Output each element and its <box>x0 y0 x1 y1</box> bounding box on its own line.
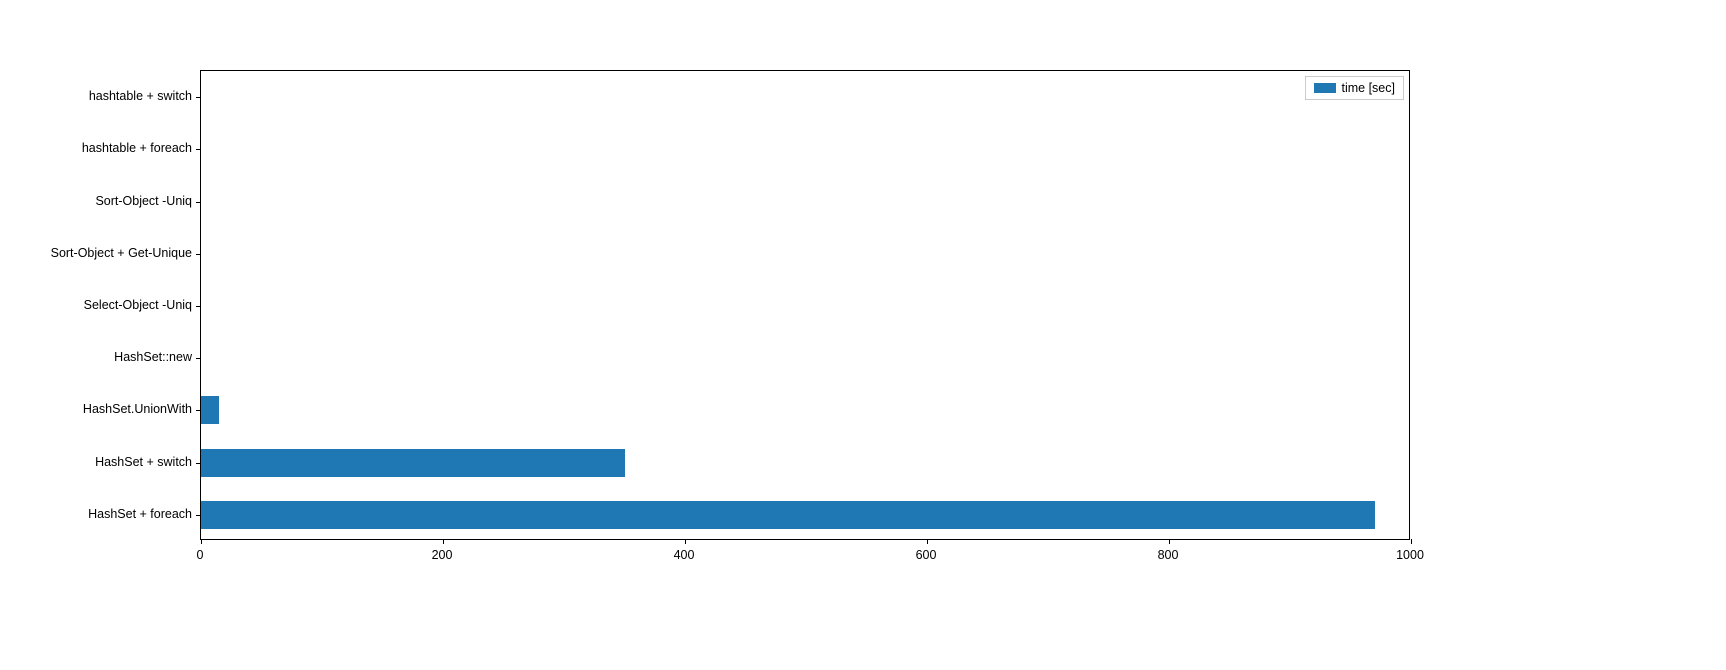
y-tick-label: HashSet + switch <box>95 455 192 469</box>
y-tick-mark <box>196 515 201 516</box>
y-tick-mark <box>196 410 201 411</box>
y-tick-label: Select-Object -Uniq <box>84 298 192 312</box>
x-tick-label: 0 <box>197 548 204 562</box>
chart-plot-area: time [sec] <box>200 70 1410 540</box>
y-tick-mark <box>196 358 201 359</box>
x-tick-mark <box>685 539 686 544</box>
y-tick-mark <box>196 463 201 464</box>
x-tick-label: 800 <box>1158 548 1179 562</box>
legend-swatch <box>1314 83 1336 93</box>
x-tick-mark <box>927 539 928 544</box>
legend-label: time [sec] <box>1342 81 1396 95</box>
y-tick-label: HashSet::new <box>114 350 192 364</box>
y-tick-mark <box>196 149 201 150</box>
y-tick-label: hashtable + switch <box>89 89 192 103</box>
x-tick-label: 400 <box>674 548 695 562</box>
x-tick-mark <box>1411 539 1412 544</box>
chart-legend: time [sec] <box>1305 76 1405 100</box>
x-tick-label: 200 <box>432 548 453 562</box>
x-tick-label: 600 <box>916 548 937 562</box>
y-tick-mark <box>196 202 201 203</box>
y-tick-mark <box>196 254 201 255</box>
y-tick-label: HashSet.UnionWith <box>83 402 192 416</box>
y-tick-label: hashtable + foreach <box>82 141 192 155</box>
x-tick-mark <box>201 539 202 544</box>
y-tick-mark <box>196 306 201 307</box>
x-tick-label: 1000 <box>1396 548 1424 562</box>
x-tick-mark <box>1169 539 1170 544</box>
bar <box>201 396 219 424</box>
y-tick-label: Sort-Object + Get-Unique <box>51 246 192 260</box>
y-tick-label: HashSet + foreach <box>88 507 192 521</box>
y-tick-label: Sort-Object -Uniq <box>95 194 192 208</box>
x-tick-mark <box>443 539 444 544</box>
bars-container <box>201 71 1409 539</box>
bar <box>201 501 1375 529</box>
bar <box>201 449 625 477</box>
y-tick-mark <box>196 97 201 98</box>
